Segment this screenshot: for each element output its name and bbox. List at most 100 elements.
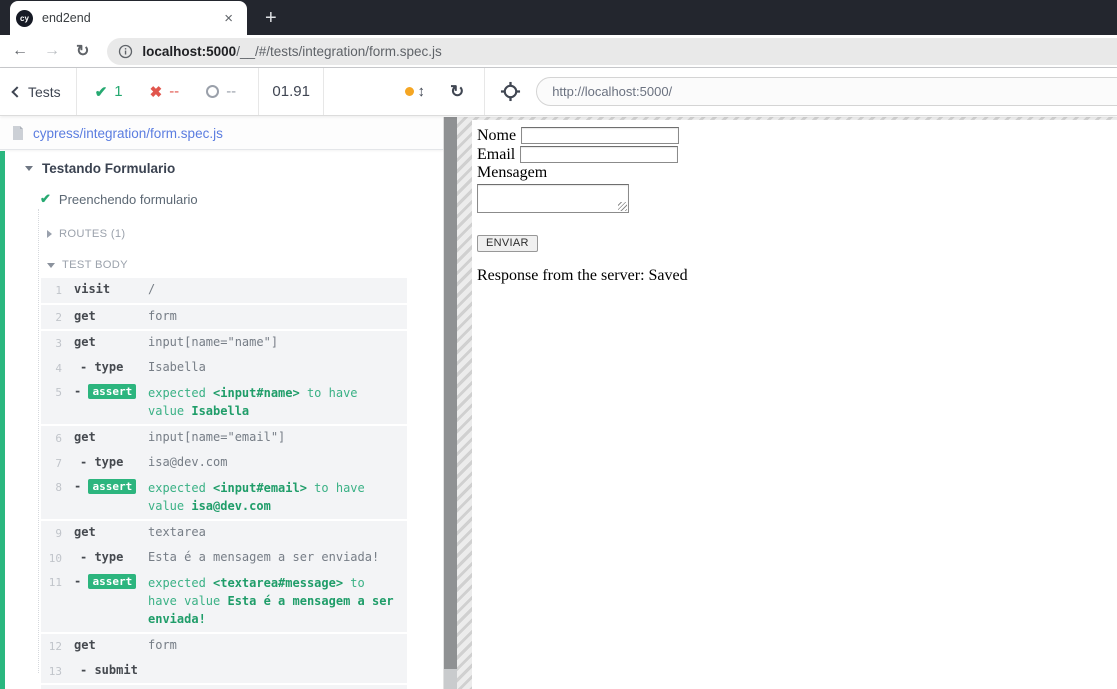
- passed-check-icon: ✔: [94, 83, 108, 101]
- command-row[interactable]: 13 - submit: [41, 659, 407, 684]
- hierarchy-dotted-line: [38, 209, 39, 673]
- failed-count: --: [169, 83, 180, 100]
- command-message: Esta é a mensagem a ser enviada!: [148, 549, 380, 564]
- command-row[interactable]: 2 get form: [41, 305, 407, 330]
- spec-file-link[interactable]: cypress/integration/form.spec.js: [33, 126, 223, 141]
- command-group: (xhr stub)POST 200 /users/: [41, 685, 407, 689]
- command-method: get: [74, 308, 96, 323]
- name-input[interactable]: [521, 127, 680, 144]
- run-duration: 01.91: [272, 83, 310, 100]
- command-message: form: [148, 308, 177, 323]
- command-method: get: [74, 335, 96, 349]
- back-icon[interactable]: ←: [12, 42, 28, 60]
- command-message: Isabella: [148, 359, 206, 374]
- command-group: 2 get form: [41, 304, 407, 330]
- new-tab-button[interactable]: +: [265, 8, 277, 28]
- aut-background: Nome Email Mensagem ENVIAR Response from…: [457, 117, 1117, 689]
- test-body-section-header[interactable]: TEST BODY: [47, 259, 443, 271]
- command-group: 1 visit /: [41, 278, 407, 303]
- command-row[interactable]: 5 - assert expected <input#name> to have v…: [41, 380, 407, 424]
- reporter-scrollbar[interactable]: [444, 117, 457, 689]
- message-label: Mensagem: [477, 164, 548, 181]
- command-message: textarea: [148, 525, 206, 539]
- command-row[interactable]: 3 get input[name="name"]: [41, 331, 407, 356]
- email-input[interactable]: [520, 146, 679, 163]
- command-message: expected <input#email> to have value isa…: [148, 481, 365, 513]
- failed-x-icon: ✖: [149, 83, 163, 101]
- command-group: 12 get form 13 - submit: [41, 634, 407, 683]
- routes-section-header[interactable]: ROUTES (1): [47, 228, 443, 240]
- tests-label: Tests: [28, 83, 61, 100]
- command-row[interactable]: 9 get textarea: [41, 521, 407, 546]
- command-group: 6 get input[name="email"] 7 - type isa@dev.co…: [41, 426, 407, 519]
- command-number: 4: [55, 361, 62, 375]
- command-group: 3 get input[name="name"] 4 - type Isabella 5 - …: [41, 331, 407, 424]
- browser-tab[interactable]: cy end2end ×: [10, 1, 247, 35]
- suite-title: Testando Formulario: [42, 161, 176, 176]
- command-row[interactable]: 10 - type Esta é a mensagem a ser enviada!: [41, 546, 407, 571]
- command-row[interactable]: 1 visit /: [41, 278, 407, 303]
- forward-icon: →: [44, 42, 60, 59]
- command-row[interactable]: 7 - type isa@dev.com: [41, 451, 407, 476]
- aut-iframe: Nome Email Mensagem ENVIAR Response from…: [472, 120, 1117, 689]
- command-row[interactable]: 11 - assert expected <textarea#message> to…: [41, 570, 407, 632]
- message-textarea[interactable]: [477, 184, 629, 213]
- page-info-icon[interactable]: [118, 44, 133, 59]
- command-number: 6: [55, 432, 62, 445]
- chevron-down-icon: [47, 262, 55, 268]
- assert-badge: assert: [88, 384, 137, 399]
- test-body-label: TEST BODY: [62, 259, 128, 271]
- file-icon: [13, 126, 23, 140]
- cypress-favicon-icon: cy: [16, 9, 33, 27]
- command-number: 9: [55, 527, 62, 540]
- command-row[interactable]: 6 get input[name="email"]: [41, 426, 407, 451]
- restart-tests-button[interactable]: ↻: [450, 83, 464, 100]
- auto-scrolling-toggle[interactable]: ↕: [405, 83, 425, 100]
- pending-stat: --: [206, 83, 236, 100]
- command-method: get: [74, 430, 96, 444]
- command-method: - type: [80, 454, 124, 469]
- xhr-stub-row[interactable]: (xhr stub)POST 200 /users/: [41, 685, 407, 689]
- chevron-right-icon: [47, 230, 52, 238]
- scrollbar-thumb[interactable]: [444, 117, 457, 669]
- command-message: isa@dev.com: [148, 454, 228, 469]
- suite-container: Testando Formulario ✔ Preenchendo formul…: [0, 151, 443, 689]
- browser-tab-bar: cy end2end × +: [0, 0, 1117, 35]
- command-number: 1: [55, 284, 62, 297]
- resize-grip-icon[interactable]: [618, 202, 627, 211]
- submit-button[interactable]: ENVIAR: [477, 235, 538, 252]
- pending-circle-icon: [206, 85, 220, 98]
- command-method: - type: [80, 359, 124, 374]
- passed-count: 1: [114, 83, 123, 100]
- toolbar-icons: ↕ ↻: [324, 68, 484, 115]
- command-method: visit: [74, 282, 111, 296]
- command-group: 9 get textarea 10 - type Esta é a mensagem a …: [41, 521, 407, 632]
- runner-main: cypress/integration/form.spec.js Testand…: [0, 117, 1117, 689]
- command-row[interactable]: 4 - type Isabella: [41, 356, 407, 381]
- failed-stat: ✖ --: [150, 83, 180, 101]
- command-log: 1 visit / 2 get form 3 get input[name="name"] 4 - …: [41, 278, 407, 689]
- suite-row[interactable]: Testando Formulario: [25, 161, 443, 176]
- command-row[interactable]: 12 get form: [41, 634, 407, 659]
- test-stats: ✔ 1 ✖ -- --: [77, 68, 259, 115]
- url-domain: localhost:5000: [142, 43, 237, 59]
- command-method: get: [74, 525, 96, 539]
- command-method: - assert: [74, 574, 148, 590]
- selector-playground-button[interactable]: [485, 68, 536, 115]
- aut-url-field[interactable]: http://localhost:5000/: [536, 77, 1117, 106]
- browser-address-bar: ← → ↻ localhost:5000/__/#/tests/integrat…: [0, 35, 1117, 68]
- command-number: 11: [48, 576, 62, 589]
- server-response-text: Response from the server: Saved: [477, 267, 688, 284]
- command-row[interactable]: 8 - assert expected <input#email> to have …: [41, 475, 407, 519]
- command-message: input[name="email"]: [148, 430, 286, 444]
- omnibox[interactable]: localhost:5000/__/#/tests/integration/fo…: [107, 37, 1117, 65]
- chevron-down-icon: [25, 166, 33, 171]
- command-number: 8: [55, 481, 62, 494]
- command-method: - assert: [74, 384, 148, 400]
- command-message: /: [148, 282, 156, 296]
- back-to-tests-button[interactable]: Tests: [0, 68, 76, 115]
- tab-close-icon[interactable]: ×: [220, 9, 237, 28]
- reload-icon[interactable]: ↻: [76, 41, 89, 61]
- assert-badge: assert: [88, 479, 137, 494]
- test-row[interactable]: ✔ Preenchendo formulario: [40, 191, 443, 207]
